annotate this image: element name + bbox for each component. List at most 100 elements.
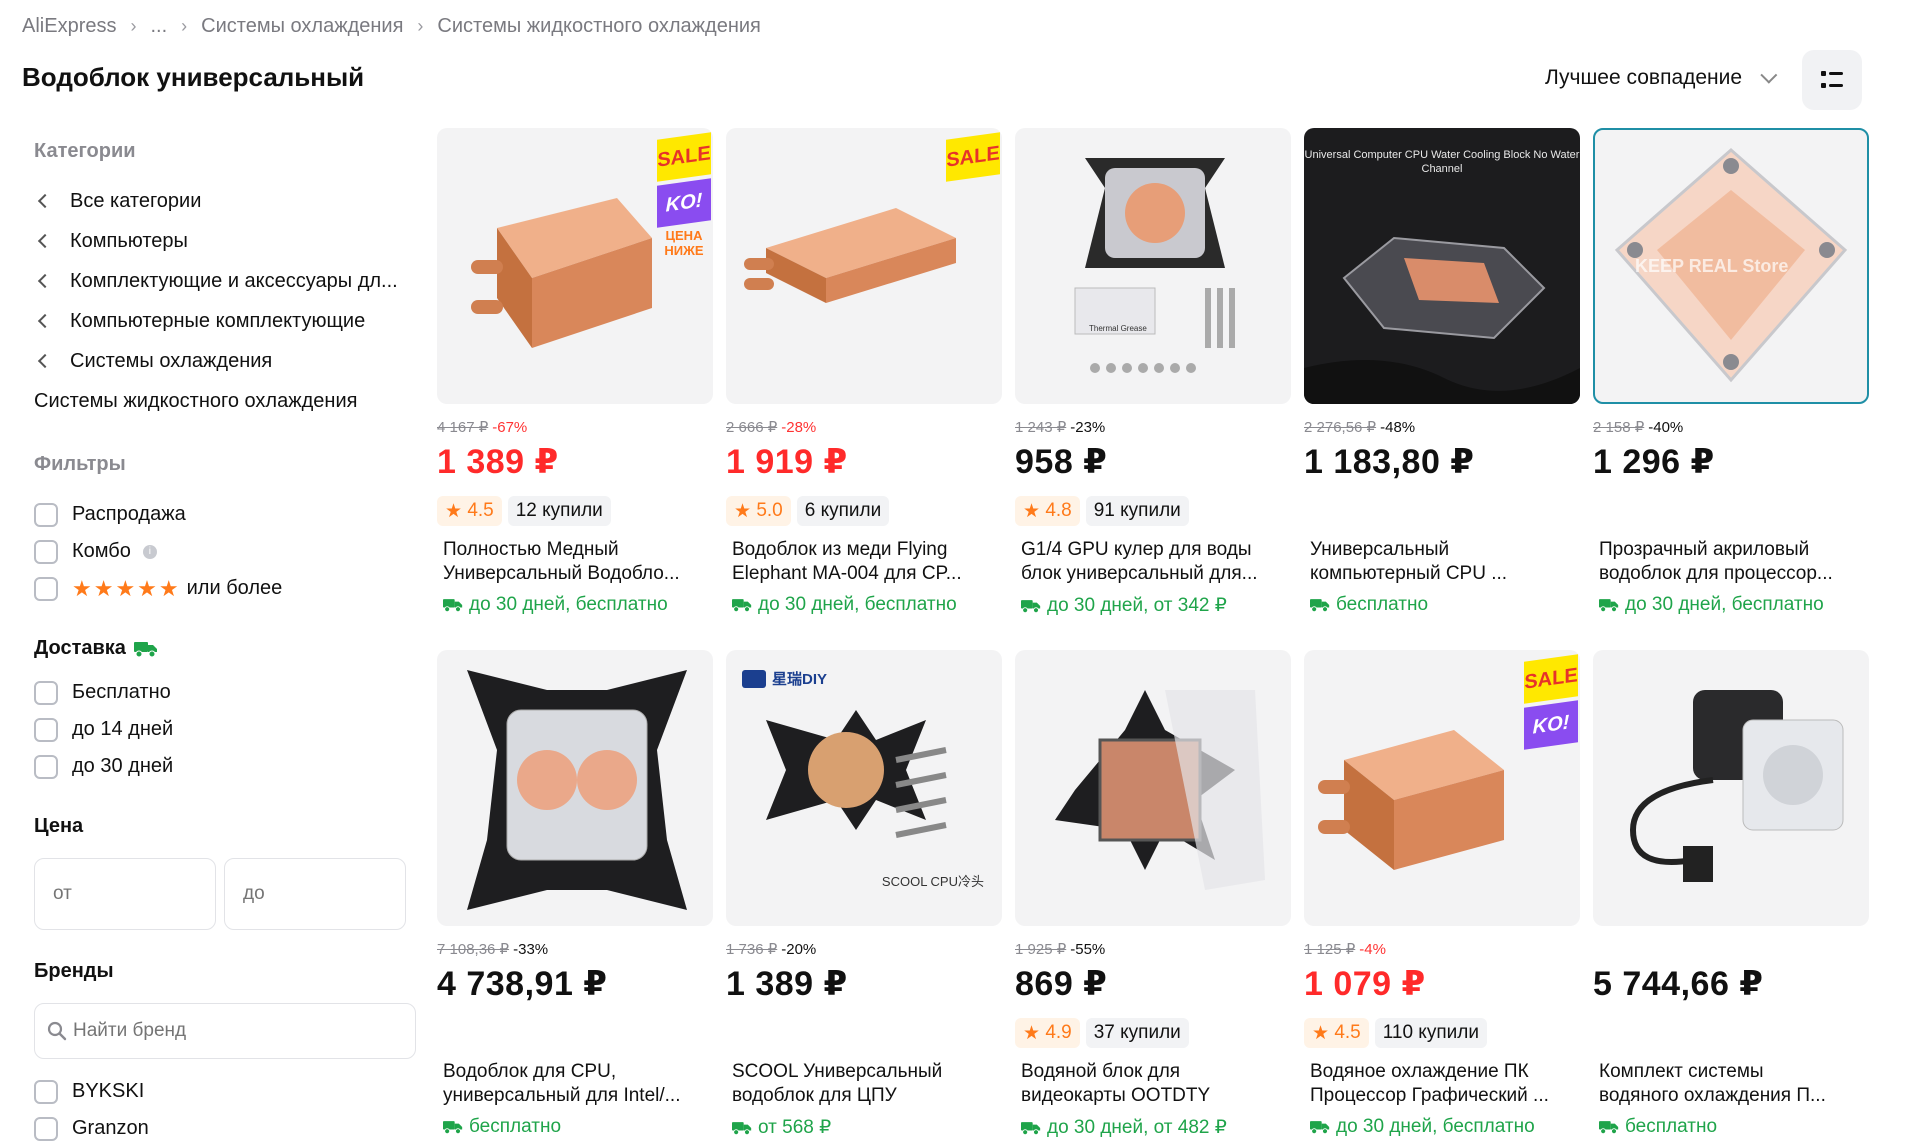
product-title[interactable]: Полностью Медный Универсальный Водобло... [437,538,713,586]
product-title[interactable]: G1/4 GPU кулер для воды блок универсальны… [1015,538,1291,586]
title-line: блок универсальный для... [1021,563,1258,584]
search-icon [47,1021,67,1041]
product-title[interactable]: Водяное охлаждение ПК Процессор Графическ… [1304,1060,1580,1108]
product-image[interactable] [1593,650,1869,926]
category-label: Компьютерные комплектующие [70,309,366,332]
product-image[interactable] [1015,650,1291,926]
checkbox[interactable] [34,754,58,779]
discount: -4% [1359,940,1386,958]
filter-combo[interactable]: Комбо i [34,533,414,570]
product-card[interactable]: SALE KO! 1 125 ₽ -4% 1 079 ₽ ★ 4.5 110 куп… [1304,650,1580,1138]
filter-sale[interactable]: Распродажа [34,496,414,533]
product-card[interactable]: 1 925 ₽ -55% 869 ₽ ★ 4.9 37 купили Водяной… [1015,650,1291,1139]
category-item[interactable]: Все категории [34,181,414,221]
product-title[interactable]: SCOOL Универсальный водоблок для ЦПУ [726,1060,1002,1108]
old-price-line: 1 736 ₽ -20% [726,940,1002,959]
rating-stars-icon: ★★★★★ [72,575,181,601]
price-to-input[interactable] [224,858,406,930]
product-image[interactable]: SALE KO! ЦЕНА НИЖЕ [437,128,713,404]
delivery-info: бесплатно [1593,1116,1869,1138]
breadcrumb-item-liquid-cooling[interactable]: Системы жидкостного охлаждения [437,15,760,38]
star-icon: ★ [734,500,757,522]
view-toggle-button[interactable] [1802,50,1862,110]
product-card[interactable]: Universal Computer CPU Water Cooling Blo… [1304,128,1580,616]
breadcrumb-item-cooling[interactable]: Системы охлаждения [201,15,403,38]
product-image[interactable]: SALE [726,128,1002,404]
product-card[interactable]: Thermal Grease 1 243 ₽ -23% 958 ₽ ★ 4.8 91… [1015,128,1291,617]
title-line: Универсальный Водобло... [443,563,680,584]
product-card[interactable]: SALE 2 666 ₽ -28% 1 919 ₽ ★ 5.0 6 купили В… [726,128,1002,616]
breadcrumb-item-home[interactable]: AliExpress [22,15,116,38]
product-card[interactable]: 7 108,36 ₽ -33% 4 738,91 ₽ Водоблок для C… [437,650,713,1138]
title-line: водоблок для ЦПУ [732,1085,897,1106]
product-title[interactable]: Водоблок из меди Flying Elephant MA-004 д… [726,538,1002,586]
sale-label: SALE [657,132,711,182]
brand-item[interactable]: BYKSKI [34,1073,414,1110]
info-icon[interactable]: i [142,544,157,559]
checkbox[interactable] [34,1079,58,1104]
price: 5 744,66 ₽ [1593,965,1764,1003]
category-item[interactable]: Комплектующие и аксессуары дл... [34,261,414,301]
sort-dropdown[interactable]: Лучшее совпадение [1545,66,1778,90]
chevron-right-icon: › [181,15,188,36]
product-image[interactable] [437,650,713,926]
old-price: 2 158 ₽ [1593,419,1645,436]
old-price-line: 7 108,36 ₽ -33% [437,940,713,959]
checkbox[interactable] [34,717,58,742]
delivery-30-days[interactable]: до 30 дней [34,748,414,785]
product-card[interactable]: 星瑞DIY SCOOL CPU冷头 1 736 ₽ -20% 1 389 ₽ SC… [726,650,1002,1139]
brand-search-input[interactable] [73,1020,393,1042]
chevron-left-icon [37,233,53,249]
delivery-free[interactable]: Бесплатно [34,674,414,711]
product-image[interactable]: 星瑞DIY SCOOL CPU冷头 [726,650,1002,926]
chevron-down-icon [1760,66,1778,84]
category-item[interactable]: Компьютеры [34,221,414,261]
star-icon: ★ [1023,1022,1046,1044]
rating-row-empty [1593,496,1869,526]
checkbox[interactable] [34,539,58,564]
discount: -55% [1070,940,1106,958]
old-price: 4 167 ₽ [437,419,489,436]
old-price-line: 1 243 ₽ -23% [1015,418,1291,437]
product-card[interactable]: KEEP REAL Store 2 158 ₽ -40% 1 296 ₽ Проз… [1593,128,1869,616]
filter-rating[interactable]: ★★★★★ или более [34,570,414,607]
checkbox[interactable] [34,680,58,705]
product-image[interactable]: Thermal Grease [1015,128,1291,404]
title-line: G1/4 GPU кулер для воды [1021,539,1252,560]
list-view-icon [1821,71,1843,88]
product-image[interactable]: Universal Computer CPU Water Cooling Blo… [1304,128,1580,404]
category-item[interactable]: Системы охлаждения [34,341,414,381]
delivery-info: до 30 дней, от 342 ₽ [1015,594,1291,617]
discount: -48% [1380,418,1416,436]
price-from-input[interactable] [34,858,216,930]
product-title[interactable]: Универсальный компьютерный CPU ... [1304,538,1580,586]
old-price-line-empty [1593,940,1869,958]
product-card[interactable]: 5 744,66 ₽ Комплект системы водяного охла… [1593,650,1869,1138]
delivery-heading: Доставка [34,637,414,660]
image-caption: KEEP REAL Store [1635,256,1789,276]
chevron-left-icon [37,313,53,329]
product-title[interactable]: Комплект системы водяного охлаждения П... [1593,1060,1869,1108]
product-title[interactable]: Прозрачный акриловый водоблок для процесс… [1593,538,1869,586]
brand-search[interactable] [34,1003,416,1059]
checkbox[interactable] [34,576,58,601]
product-title[interactable]: Водяной блок для видеокарты OOTDTY [1015,1060,1291,1108]
breadcrumb-item-ellipsis[interactable]: ... [150,15,167,38]
product-title[interactable]: Водоблок для CPU, универсальный для Intel… [437,1060,713,1108]
delivery-text: до 30 дней, бесплатно [758,594,957,615]
delivery-heading-label: Доставка [34,637,126,659]
delivery-text: до 30 дней, от 342 ₽ [1047,595,1227,616]
checkbox[interactable] [34,502,58,527]
category-item[interactable]: Компьютерные комплектующие [34,301,414,341]
delivery-14-days[interactable]: до 14 дней [34,711,414,748]
rating-row-empty [1593,1018,1869,1048]
product-image[interactable]: SALE KO! [1304,650,1580,926]
delivery-info: до 30 дней, бесплатно [726,594,1002,616]
delivery-text: до 30 дней, от 482 ₽ [1047,1117,1227,1138]
brand-item[interactable]: Granzon [34,1110,414,1147]
rating-row-empty [726,1018,1002,1048]
checkbox[interactable] [34,1116,58,1141]
product-card[interactable]: SALE KO! ЦЕНА НИЖЕ 4 167 ₽ -67% 1 389 ₽ ★… [437,128,713,616]
brand-label: BYKSKI [72,1080,145,1102]
product-image[interactable]: KEEP REAL Store [1593,128,1869,404]
